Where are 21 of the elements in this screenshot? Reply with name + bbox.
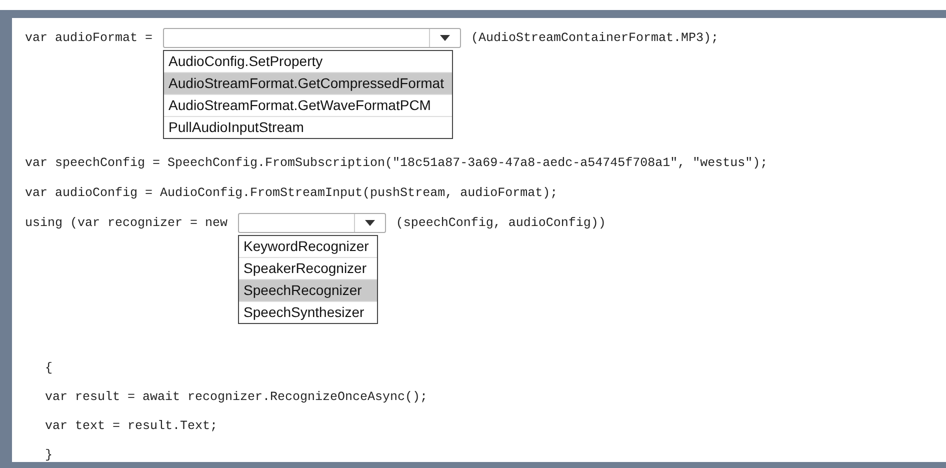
code-line: var text = result.Text; xyxy=(45,418,218,434)
dropdown-field[interactable] xyxy=(238,213,386,233)
dropdown-option[interactable]: AudioStreamFormat.GetWaveFormatPCM xyxy=(164,94,452,116)
dropdown-option[interactable]: KeywordRecognizer xyxy=(238,236,377,257)
dropdown-option[interactable]: AudioStreamFormat.GetCompressedFormat xyxy=(164,72,452,94)
code-text: var audioFormat = xyxy=(25,30,153,46)
caret-icon xyxy=(440,35,450,41)
code-line: var result = await recognizer.RecognizeOnceAsync(); xyxy=(45,389,428,405)
code-line: var audioConfig = AudioConfig.FromStreamInput(pushStream, audioFormat); xyxy=(25,185,558,201)
code-text: (speechConfig, audioConfig)) xyxy=(396,215,606,231)
dropdown-option[interactable]: AudioConfig.SetProperty xyxy=(164,51,452,72)
code-text: (AudioStreamContainerFormat.MP3); xyxy=(470,30,719,46)
caret-icon xyxy=(364,220,375,226)
code-text: using (var recognizer = new xyxy=(25,215,228,231)
dropdown-option[interactable]: PullAudioInputStream xyxy=(164,116,452,138)
dropdown-field[interactable] xyxy=(162,28,461,48)
code-line: } xyxy=(45,447,53,463)
dropdown-option[interactable]: SpeechRecognizer xyxy=(238,279,377,301)
dropdown-option[interactable]: SpeechSynthesizer xyxy=(238,301,377,323)
code-line: var speechConfig = SpeechConfig.FromSubscription("18c51a87-3a69-47a8-aedc-a54745f708a1", "westus"); xyxy=(25,155,768,171)
code-line: { xyxy=(45,360,53,376)
